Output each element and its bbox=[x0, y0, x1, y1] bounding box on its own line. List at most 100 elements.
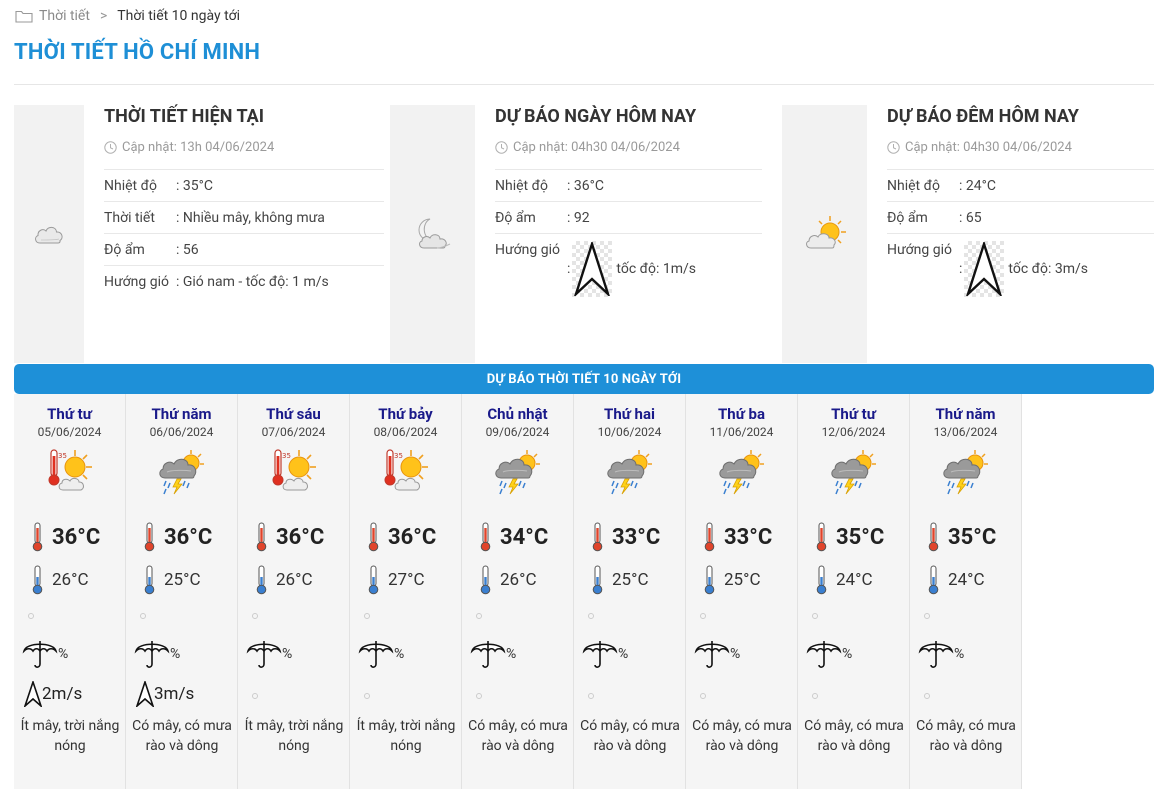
wind-speed: 3m/s bbox=[136, 681, 194, 707]
current-updated: Cập nhật: 13h 04/06/2024 bbox=[104, 138, 384, 156]
current-weather-title: THỜI TIẾT HIỆN TẠI bbox=[104, 106, 265, 127]
day-name: Thứ năm bbox=[935, 405, 996, 423]
breadcrumb-current: Thời tiết 10 ngày tới bbox=[117, 8, 241, 24]
temp-label: Nhiệt độ bbox=[495, 169, 567, 202]
tonight-updated: Cập nhật: 04h30 04/06/2024 bbox=[887, 138, 1154, 156]
placeholder-dot bbox=[812, 693, 818, 699]
day-name: Thứ bảy bbox=[378, 405, 433, 423]
day-date: 07/06/2024 bbox=[261, 425, 326, 439]
high-temp: 33°C bbox=[704, 522, 772, 552]
breadcrumb-home-link[interactable]: Thời tiết bbox=[39, 8, 90, 24]
thunderstorm-icon bbox=[717, 448, 765, 496]
high-temp: 36°C bbox=[256, 522, 324, 552]
table-row: Độ ẩm: 56 bbox=[104, 233, 384, 266]
rain-chance: % bbox=[582, 638, 628, 670]
umbrella-icon bbox=[246, 641, 282, 668]
today-updated-text: Cập nhật: 04h30 04/06/2024 bbox=[513, 139, 680, 155]
wind-direction-indicator bbox=[572, 241, 613, 297]
placeholder-dot bbox=[476, 613, 482, 619]
thermometer-cold-icon bbox=[480, 565, 491, 595]
day-date: 08/06/2024 bbox=[373, 425, 438, 439]
thunderstorm-icon bbox=[157, 448, 205, 496]
wind-speed: 2m/s bbox=[24, 681, 82, 707]
day-date: 05/06/2024 bbox=[37, 425, 102, 439]
folder-icon bbox=[15, 10, 33, 23]
thermometer-hot-icon bbox=[32, 522, 43, 552]
day-forecast[interactable]: Thứ tư 05/06/2024 35 36°C 26°C % 2m/s Ít… bbox=[14, 394, 126, 789]
day-forecast[interactable]: Chủ nhật 09/06/2024 34°C 26°C % Có mây, … bbox=[462, 394, 574, 789]
table-row: Nhiệt độ: 36°C bbox=[495, 169, 762, 202]
svg-text:35: 35 bbox=[394, 452, 403, 460]
day-forecast[interactable]: Thứ ba 11/06/2024 33°C 25°C % Có mây, có… bbox=[686, 394, 798, 789]
svg-text:35: 35 bbox=[282, 452, 291, 460]
placeholder-dot bbox=[924, 613, 930, 619]
placeholder-dot bbox=[924, 693, 930, 699]
thermometer-hot-icon bbox=[928, 522, 939, 552]
cloudy-icon bbox=[35, 226, 63, 244]
thermometer-cold-icon bbox=[592, 565, 603, 595]
rain-chance: % bbox=[470, 638, 516, 670]
day-forecast[interactable]: Thứ hai 10/06/2024 33°C 25°C % Có mây, c… bbox=[574, 394, 686, 789]
wind-arrow-icon bbox=[574, 242, 611, 296]
rain-chance: % bbox=[358, 638, 404, 670]
umbrella-icon bbox=[22, 641, 58, 668]
temp-label: Nhiệt độ bbox=[887, 169, 959, 202]
condition-label: Thời tiết bbox=[104, 201, 176, 234]
day-date: 11/06/2024 bbox=[709, 425, 774, 439]
low-temp: 27°C bbox=[368, 565, 425, 595]
low-temp: 26°C bbox=[480, 565, 537, 595]
table-row: Độ ẩm: 92 bbox=[495, 201, 762, 234]
tonight-icon-panel bbox=[782, 105, 867, 363]
table-row: Hướng gió : tốc độ: 3m/s bbox=[887, 233, 1154, 302]
thermometer-hot-icon bbox=[256, 522, 267, 552]
placeholder-dot bbox=[252, 613, 258, 619]
day-description: Có mây, có mưa rào và dông bbox=[468, 718, 568, 754]
day-forecast[interactable]: Thứ năm 13/06/2024 35°C 24°C % Có mây, c… bbox=[910, 394, 1022, 789]
empty-area bbox=[1022, 394, 1154, 789]
today-title: DỰ BÁO NGÀY HÔM NAY bbox=[495, 106, 697, 127]
umbrella-icon bbox=[134, 641, 170, 668]
svg-text:35: 35 bbox=[58, 452, 67, 460]
current-weather-table: Nhiệt độ: 35°C Thời tiết: Nhiều mây, khô… bbox=[104, 169, 384, 297]
day-forecast[interactable]: Thứ sáu 07/06/2024 35 36°C 26°C % Ít mây… bbox=[238, 394, 350, 789]
day-name: Thứ tư bbox=[47, 405, 92, 423]
thermometer-hot-icon bbox=[368, 522, 379, 552]
thermometer-hot-icon bbox=[816, 522, 827, 552]
humidity-value: : 65 bbox=[959, 201, 1154, 234]
current-weather-icon-panel bbox=[14, 105, 84, 363]
day-description: Có mây, có mưa rào và dông bbox=[916, 718, 1016, 754]
umbrella-icon bbox=[582, 641, 618, 668]
wind-value: : tốc độ: 3m/s bbox=[959, 233, 1154, 302]
thunderstorm-icon bbox=[829, 448, 877, 496]
table-row: Hướng gió : tốc độ: 1m/s bbox=[495, 233, 762, 302]
tonight-updated-text: Cập nhật: 04h30 04/06/2024 bbox=[905, 139, 1072, 155]
day-description: Có mây, có mưa rào và dông bbox=[580, 718, 680, 754]
table-row: Nhiệt độ: 24°C bbox=[887, 169, 1154, 202]
temp-value: : 35°C bbox=[176, 169, 384, 202]
today-updated: Cập nhật: 04h30 04/06/2024 bbox=[495, 138, 762, 156]
table-row: Hướng gió: Gió nam - tốc độ: 1 m/s bbox=[104, 265, 384, 297]
ten-day-forecast-list: Thứ tư 05/06/2024 35 36°C 26°C % 2m/s Ít… bbox=[14, 394, 1154, 789]
day-description: Có mây, có mưa rào và dông bbox=[692, 718, 792, 754]
day-forecast[interactable]: Thứ tư 12/06/2024 35°C 24°C % Có mây, có… bbox=[798, 394, 910, 789]
low-temp: 25°C bbox=[592, 565, 649, 595]
humidity-value: : 56 bbox=[176, 233, 384, 266]
hot-sun-icon: 35 bbox=[381, 448, 429, 496]
today-table: Nhiệt độ: 36°C Độ ẩm: 92 Hướng gió : tốc… bbox=[495, 169, 762, 302]
high-temp: 36°C bbox=[368, 522, 436, 552]
high-temp: 36°C bbox=[32, 522, 100, 552]
day-forecast[interactable]: Thứ bảy 08/06/2024 35 36°C 27°C % Ít mây… bbox=[350, 394, 462, 789]
day-date: 09/06/2024 bbox=[485, 425, 550, 439]
humidity-value: : 92 bbox=[567, 201, 762, 234]
low-temp: 24°C bbox=[928, 565, 985, 595]
day-description: Ít mây, trời nắng nóng bbox=[20, 718, 120, 754]
today-forecast-card: DỰ BÁO NGÀY HÔM NAY Cập nhật: 04h30 04/0… bbox=[390, 105, 762, 363]
today-icon-panel bbox=[390, 105, 475, 363]
low-temp: 26°C bbox=[256, 565, 313, 595]
thermometer-hot-icon bbox=[480, 522, 491, 552]
wind-prefix: : bbox=[959, 260, 963, 277]
day-forecast[interactable]: Thứ năm 06/06/2024 36°C 25°C % 3m/s Có m… bbox=[126, 394, 238, 789]
umbrella-icon bbox=[470, 641, 506, 668]
low-temp: 25°C bbox=[704, 565, 761, 595]
day-description: Ít mây, trời nắng nóng bbox=[244, 718, 344, 754]
